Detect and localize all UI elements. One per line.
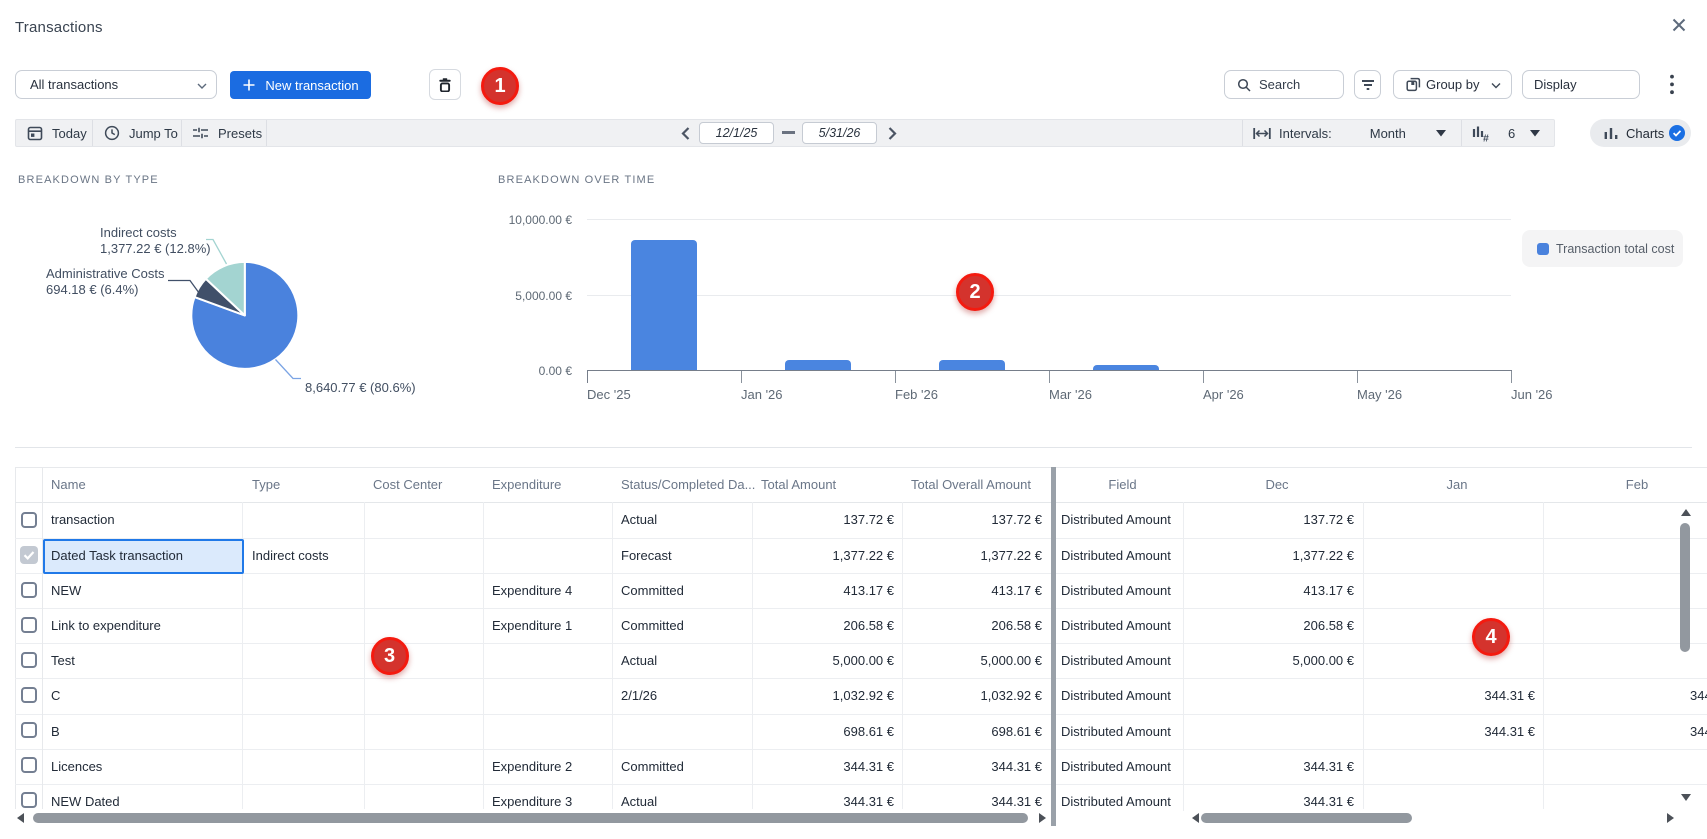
svg-text:#: # [1483, 132, 1489, 142]
